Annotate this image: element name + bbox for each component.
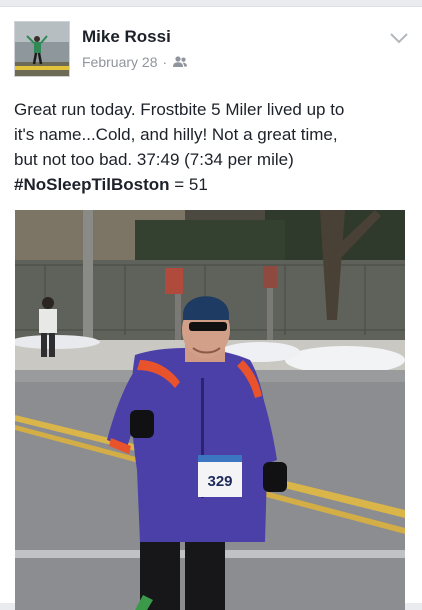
bib-number: 329 [207, 473, 232, 490]
post-text-line: Great run today. Frostbite 5 Miler lived… [14, 100, 345, 119]
post-text-line: it's name...Cold, and hilly! Not a great… [14, 125, 338, 144]
meta-separator: · [162, 54, 168, 70]
hashtag-suffix: = 51 [169, 175, 208, 194]
hashtag-link[interactable]: #NoSleepTilBoston [14, 175, 170, 194]
friends-icon[interactable] [172, 55, 188, 69]
post-date[interactable]: February 28 [82, 53, 157, 71]
post-text-line: #NoSleepTilBoston = 51 [14, 172, 414, 197]
runner-photo: 329 [15, 210, 405, 610]
post-message: Great run today. Frostbite 5 Miler lived… [14, 97, 414, 197]
author-avatar[interactable] [14, 21, 70, 77]
post-text-line: but not too bad. 37:49 (7:34 per mile) [14, 150, 294, 169]
post-card: Mike Rossi February 28 · Great run today… [0, 6, 422, 610]
author-name[interactable]: Mike Rossi [82, 26, 171, 48]
chevron-down-icon[interactable] [388, 31, 410, 45]
avatar-image [15, 22, 69, 76]
post-meta: February 28 · [82, 53, 188, 71]
post-photo[interactable]: 329 [15, 210, 405, 610]
